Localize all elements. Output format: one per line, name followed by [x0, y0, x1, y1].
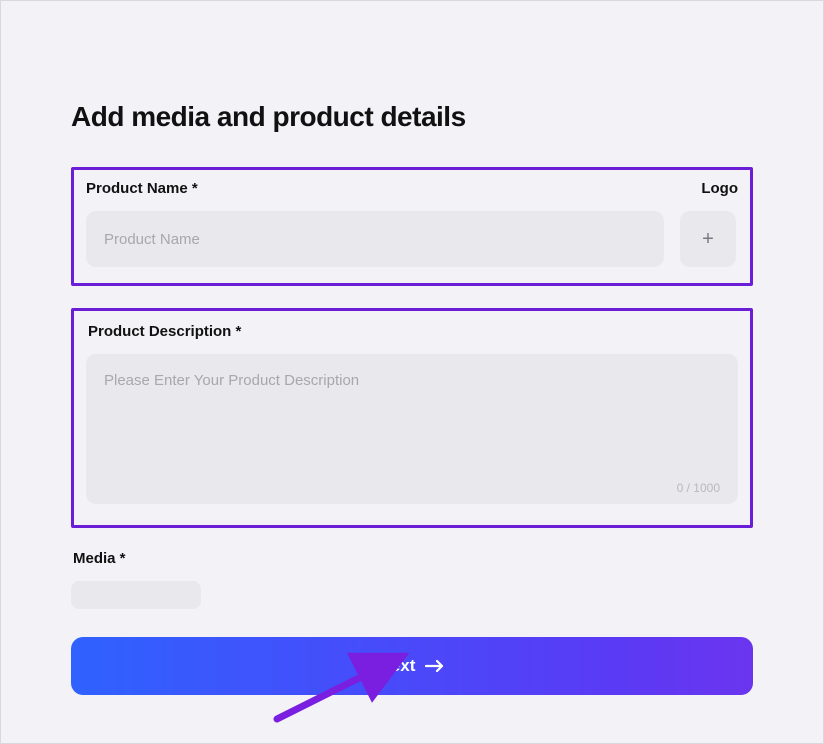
- form-container: Add media and product details Product Na…: [1, 1, 823, 695]
- product-name-label: Product Name *: [86, 180, 664, 197]
- product-name-input[interactable]: [86, 211, 664, 267]
- product-description-textarea[interactable]: [86, 354, 738, 504]
- plus-icon: +: [702, 228, 714, 251]
- product-description-label: Product Description *: [88, 323, 738, 340]
- product-name-field-group: Product Name *: [86, 180, 664, 267]
- page-title: Add media and product details: [71, 101, 753, 133]
- logo-label: Logo: [680, 180, 738, 197]
- media-upload-placeholder[interactable]: [71, 581, 201, 609]
- row-name-logo: Product Name * Logo +: [86, 180, 738, 267]
- media-label: Media *: [73, 550, 753, 567]
- next-button-label: Next: [379, 656, 416, 676]
- highlight-box-name-logo: Product Name * Logo +: [71, 167, 753, 286]
- arrow-right-icon: [425, 659, 445, 673]
- logo-field-group: Logo +: [680, 180, 738, 267]
- product-description-wrap: 0 / 1000: [86, 354, 738, 509]
- logo-upload-button[interactable]: +: [680, 211, 736, 267]
- highlight-box-description: Product Description * 0 / 1000: [71, 308, 753, 528]
- next-button[interactable]: Next: [71, 637, 753, 695]
- char-counter: 0 / 1000: [677, 481, 720, 495]
